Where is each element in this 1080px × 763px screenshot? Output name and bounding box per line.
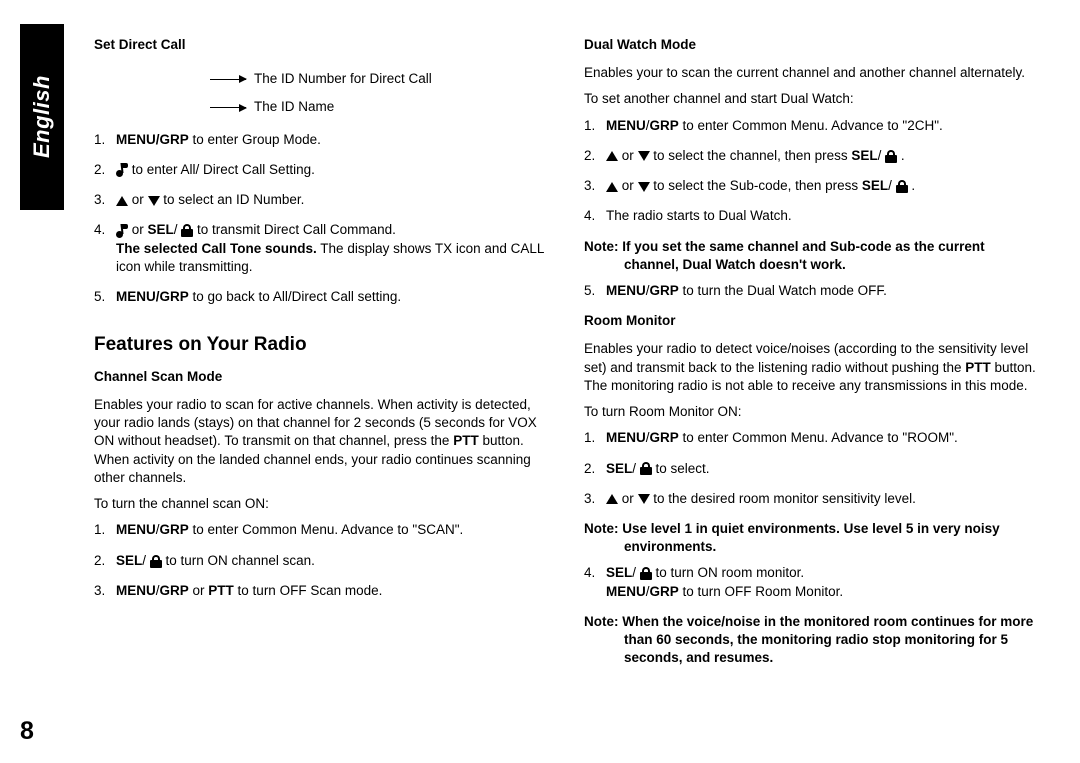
room-monitor-note2: Note: When the voice/noise in the monito… — [584, 613, 1040, 668]
room-monitor-steps: MENU/GRP to enter Common Menu. Advance t… — [584, 429, 1040, 508]
room-monitor-note1: Note: Use level 1 in quiet environments.… — [584, 520, 1040, 556]
down-icon — [148, 196, 160, 206]
down-icon — [638, 494, 650, 504]
up-icon — [606, 494, 618, 504]
channel-scan-title: Channel Scan Mode — [94, 368, 550, 386]
list-item: or SEL/ to transmit Direct Call Command.… — [94, 221, 550, 276]
list-item: MENU/GRP or PTT to turn OFF Scan mode. — [94, 582, 550, 600]
lock-icon — [896, 180, 908, 193]
down-icon — [638, 182, 650, 192]
list-item: SEL/ to turn ON channel scan. — [94, 552, 550, 570]
diagram-row: The ID Number for Direct Call — [210, 70, 550, 88]
list-item: MENU/GRP to enter Common Menu. Advance t… — [94, 521, 550, 539]
channel-scan-steps: MENU/GRP to enter Common Menu. Advance t… — [94, 521, 550, 600]
room-monitor-step4: SEL/ to turn ON room monitor.MENU/GRP to… — [584, 564, 1040, 600]
up-icon — [606, 182, 618, 192]
dual-watch-intro: Enables your to scan the current channel… — [584, 64, 1040, 82]
features-heading: Features on Your Radio — [94, 332, 550, 358]
id-diagram: The ID Number for Direct Call The ID Nam… — [210, 70, 550, 116]
diagram-label: The ID Name — [254, 98, 334, 116]
list-item: MENU/GRP to enter Group Mode. — [94, 131, 550, 149]
arrow-right-icon — [210, 79, 246, 80]
set-direct-call-steps: MENU/GRP to enter Group Mode. to enter A… — [94, 131, 550, 307]
lock-icon — [885, 150, 897, 163]
list-item: or to select an ID Number. — [94, 191, 550, 209]
page-number: 8 — [20, 715, 34, 749]
language-tab: English — [20, 24, 64, 210]
arrow-right-icon — [210, 107, 246, 108]
list-item: or to select the Sub-code, then press SE… — [584, 177, 1040, 195]
left-column: Set Direct Call The ID Number for Direct… — [94, 36, 550, 675]
lock-icon — [150, 555, 162, 568]
list-item: MENU/GRP to enter Common Menu. Advance t… — [584, 117, 1040, 135]
down-icon — [638, 151, 650, 161]
list-item: SEL/ to turn ON room monitor.MENU/GRP to… — [584, 564, 1040, 600]
channel-scan-intro: Enables your radio to scan for active ch… — [94, 396, 550, 487]
list-item: MENU/GRP to enter Common Menu. Advance t… — [584, 429, 1040, 447]
dual-watch-title: Dual Watch Mode — [584, 36, 1040, 54]
note-icon — [116, 163, 128, 177]
room-monitor-title: Room Monitor — [584, 312, 1040, 330]
list-item: or to select the channel, then press SEL… — [584, 147, 1040, 165]
content-columns: Set Direct Call The ID Number for Direct… — [94, 36, 1040, 675]
room-monitor-intro: Enables your radio to detect voice/noise… — [584, 340, 1040, 395]
list-item: The radio starts to Dual Watch. — [584, 207, 1040, 225]
right-column: Dual Watch Mode Enables your to scan the… — [584, 36, 1040, 675]
dual-watch-step5: MENU/GRP to turn the Dual Watch mode OFF… — [584, 282, 1040, 300]
dual-watch-note: Note: If you set the same channel and Su… — [584, 238, 1040, 274]
dual-watch-sub: To set another channel and start Dual Wa… — [584, 90, 1040, 108]
up-icon — [606, 151, 618, 161]
diagram-label: The ID Number for Direct Call — [254, 70, 432, 88]
list-item: SEL/ to select. — [584, 460, 1040, 478]
set-direct-call-title: Set Direct Call — [94, 36, 550, 54]
dual-watch-steps: MENU/GRP to enter Common Menu. Advance t… — [584, 117, 1040, 226]
lock-icon — [181, 224, 193, 237]
diagram-row: The ID Name — [210, 98, 550, 116]
note-icon — [116, 224, 128, 238]
up-icon — [116, 196, 128, 206]
lock-icon — [640, 567, 652, 580]
list-item: to enter All/ Direct Call Setting. — [94, 161, 550, 179]
list-item: MENU/GRP to turn the Dual Watch mode OFF… — [584, 282, 1040, 300]
list-item: MENU/GRP to go back to All/Direct Call s… — [94, 288, 550, 306]
channel-scan-sub: To turn the channel scan ON: — [94, 495, 550, 513]
lock-icon — [640, 462, 652, 475]
manual-page: English Set Direct Call The ID Number fo… — [0, 0, 1080, 763]
room-monitor-sub: To turn Room Monitor ON: — [584, 403, 1040, 421]
list-item: or to the desired room monitor sensitivi… — [584, 490, 1040, 508]
